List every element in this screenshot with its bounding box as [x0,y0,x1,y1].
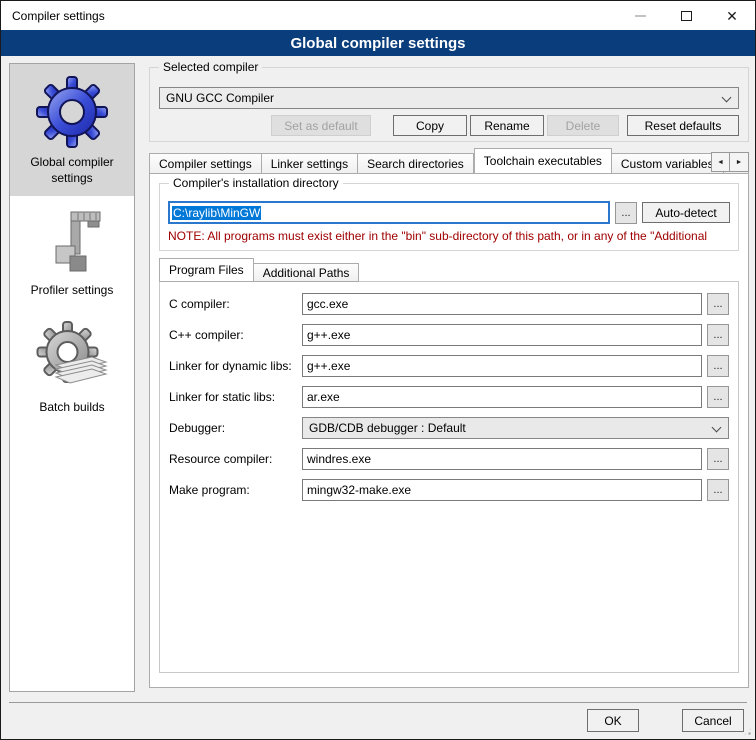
tab-linker-settings[interactable]: Linker settings [262,153,358,174]
rename-button[interactable]: Rename [470,115,544,136]
maximize-button[interactable] [663,1,709,30]
installation-directory-row: C:\raylib\MinGW ... Auto-detect [168,201,730,224]
installation-directory-group: Compiler's installation directory C:\ray… [159,183,739,251]
auto-detect-button[interactable]: Auto-detect [642,202,730,223]
make-program-browse-button[interactable]: ... [707,479,729,501]
tab-scroll-right-button[interactable]: ► [730,152,749,172]
ok-button[interactable]: OK [587,709,639,732]
installation-directory-group-label: Compiler's installation directory [169,176,343,190]
compiler-actions-row: Set as default Copy Rename Delete Reset … [159,115,739,136]
sidebar-item-label: Global compiler settings [16,155,128,186]
program-files-tabs: Program Files Additional Paths [159,259,739,282]
selected-compiler-group-label: Selected compiler [159,60,262,74]
gear-stack-icon [34,319,110,395]
chevron-down-icon [722,93,732,103]
field-row-dynamic-linker: Linker for dynamic libs: ... [169,355,729,377]
tab-additional-paths[interactable]: Additional Paths [254,263,360,282]
delete-button[interactable]: Delete [547,115,619,136]
bin-subdirectory-note: NOTE: All programs must exist either in … [168,229,738,243]
tab-search-directories[interactable]: Search directories [358,153,474,174]
settings-category-list: Global compiler settings [9,63,135,692]
field-label: Make program: [169,483,302,497]
sidebar-item-label: Batch builds [16,400,128,416]
sidebar-item-global-compiler-settings[interactable]: Global compiler settings [10,64,134,196]
minimize-icon [635,15,646,17]
installation-directory-value: C:\raylib\MinGW [172,206,261,220]
reset-defaults-button[interactable]: Reset defaults [627,115,739,136]
arrow-left-icon: ◄ [717,159,724,166]
field-row-debugger: Debugger: GDB/CDB debugger : Default [169,417,729,439]
c-compiler-browse-button[interactable]: ... [707,293,729,315]
make-program-input[interactable] [302,479,702,501]
arrow-right-icon: ► [736,159,743,166]
cpp-compiler-input[interactable] [302,324,702,346]
tab-scroll-left-button[interactable]: ◄ [711,152,730,172]
debugger-select[interactable]: GDB/CDB debugger : Default [302,417,729,439]
dialog-body: Global compiler settings [1,57,755,739]
dynamic-linker-input[interactable] [302,355,702,377]
banner-title: Global compiler settings [290,35,465,52]
close-icon: ✕ [726,9,738,23]
footer-separator [9,702,747,703]
debugger-select-value: GDB/CDB debugger : Default [309,421,466,435]
chevron-down-icon [712,423,722,433]
field-label: Linker for static libs: [169,390,302,404]
c-compiler-input[interactable] [302,293,702,315]
tab-toolchain-executables[interactable]: Toolchain executables [474,148,612,174]
dynamic-linker-browse-button[interactable]: ... [707,355,729,377]
tab-program-files[interactable]: Program Files [159,258,254,282]
sidebar-item-batch-builds[interactable]: Batch builds [10,309,134,426]
resource-compiler-browse-button[interactable]: ... [707,448,729,470]
copy-button[interactable]: Copy [393,115,467,136]
tab-scroll-buttons: ◄ ► [711,152,749,172]
title-bar: Compiler settings ✕ [1,1,755,30]
toolchain-executables-page: Compiler's installation directory C:\ray… [149,173,749,688]
window-controls: ✕ [617,1,755,30]
caliper-icon [36,206,108,278]
installation-directory-browse-button[interactable]: ... [615,202,637,224]
static-linker-browse-button[interactable]: ... [707,386,729,408]
tab-compiler-settings[interactable]: Compiler settings [149,153,262,174]
maximize-icon [681,11,692,21]
field-label: Resource compiler: [169,452,302,466]
dialog-banner: Global compiler settings [1,30,755,56]
selected-compiler-group: Selected compiler GNU GCC Compiler Set a… [149,67,749,142]
cpp-compiler-browse-button[interactable]: ... [707,324,729,346]
window-title: Compiler settings [1,9,105,23]
field-label: Linker for dynamic libs: [169,359,302,373]
tab-custom-variables[interactable]: Custom variables [612,153,724,174]
field-row-resource-compiler: Resource compiler: ... [169,448,729,470]
resource-compiler-input[interactable] [302,448,702,470]
field-label: C++ compiler: [169,328,302,342]
program-files-page: C compiler: ... C++ compiler: ... Linker… [159,281,739,673]
compiler-settings-tabs: Compiler settings Linker settings Search… [149,149,749,174]
close-button[interactable]: ✕ [709,1,755,30]
compiler-settings-dialog: Compiler settings ✕ Global compiler sett… [0,0,756,740]
field-label: C compiler: [169,297,302,311]
cancel-button[interactable]: Cancel [682,709,744,732]
compiler-select[interactable]: GNU GCC Compiler [159,87,739,109]
set-as-default-button[interactable]: Set as default [271,115,371,136]
field-row-make-program: Make program: ... [169,479,729,501]
static-linker-input[interactable] [302,386,702,408]
field-row-cpp-compiler: C++ compiler: ... [169,324,729,346]
sidebar-item-label: Profiler settings [16,283,128,299]
field-row-static-linker: Linker for static libs: ... [169,386,729,408]
gear-blue-icon [34,74,110,150]
installation-directory-input[interactable]: C:\raylib\MinGW [168,201,610,224]
field-row-c-compiler: C compiler: ... [169,293,729,315]
field-label: Debugger: [169,421,302,435]
sidebar-item-profiler-settings[interactable]: Profiler settings [10,196,134,309]
minimize-button[interactable] [617,1,663,30]
compiler-select-value: GNU GCC Compiler [166,91,274,105]
